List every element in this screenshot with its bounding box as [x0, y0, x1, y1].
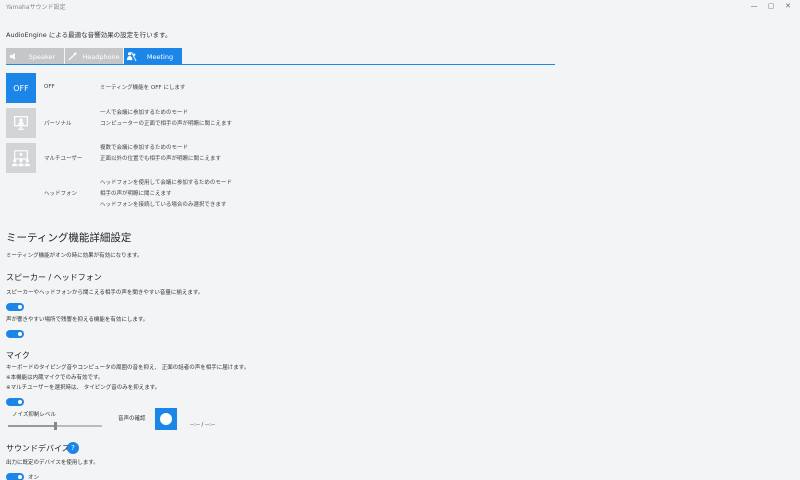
- voice-check-label: 音声の確認: [118, 416, 146, 422]
- tab-meeting[interactable]: Meeting: [124, 48, 182, 65]
- device-toggle[interactable]: [6, 473, 24, 480]
- tab-speaker[interactable]: Speaker: [6, 48, 64, 65]
- tab-label: Headphone: [82, 52, 120, 61]
- close-button[interactable]: ✕: [781, 1, 795, 12]
- details-note: ミーティング機能がオンの時に効果が有効になります。: [6, 253, 143, 259]
- mode-desc-line: 相手の声が明瞭に聞こえます: [100, 191, 172, 197]
- device-desc: 出力に既定のデバイスを使用します。: [6, 460, 99, 466]
- tab-label: Meeting: [146, 52, 174, 61]
- multi-user-icon: [12, 150, 30, 167]
- noise-level-label: ノイズ抑制レベル: [12, 412, 56, 418]
- mic-desc-line: キーボードのタイピング音やコンピュータの周囲の音を抑え、 正面の話者の声を相手に…: [6, 365, 250, 371]
- slider-thumb[interactable]: [54, 422, 57, 430]
- meeting-icon: [124, 48, 138, 65]
- speaker-icon: [6, 48, 20, 65]
- mode-name: パーソナル: [44, 121, 72, 127]
- mode-desc-line: ヘッドフォンを使用して会議に参加するためのモード: [100, 180, 232, 186]
- mode-desc-line: ミーティング機能を OFF にします: [100, 85, 186, 91]
- title-bar: Yamahaサウンド設定 — ▢ ✕: [0, 0, 800, 14]
- minimize-button[interactable]: —: [747, 1, 761, 12]
- slider-fill: [8, 425, 55, 427]
- mic-section-title: マイク: [6, 351, 30, 360]
- personal-button[interactable]: [6, 108, 36, 138]
- mode-desc-line: 一人で会議に参加するためのモード: [100, 110, 189, 116]
- mic-toggle[interactable]: [6, 398, 24, 406]
- device-section-title: サウンドデバイス: [6, 444, 70, 453]
- page-description: AudioEngine による最適な音響効果の設定を行います。: [6, 31, 172, 39]
- speaker-section-title: スピーカー / ヘッドフォン: [6, 273, 102, 282]
- speaker-item-1-text: スピーカーやヘッドフォンから聞こえる相手の声を聞きやすい音量に揃えます。: [6, 290, 204, 296]
- mode-desc-line: コンピューターの正面で相手の声が明瞭に聞こえます: [100, 121, 233, 127]
- device-toggle-label: オン: [28, 475, 40, 480]
- details-title: ミーティング機能詳細設定: [6, 232, 132, 244]
- tab-underline: [6, 64, 555, 65]
- mode-desc-line: 正面以外の位置でも相手の声が明瞭に聞こえます: [100, 156, 222, 162]
- maximize-button[interactable]: ▢: [764, 1, 778, 12]
- tab-label: Speaker: [28, 52, 56, 61]
- off-button[interactable]: OFF: [6, 73, 36, 103]
- mic-note-line: ※本機能は内蔵マイクでのみ有効です。: [6, 375, 104, 381]
- tab-bar: Speaker Headphone Meeting: [6, 48, 183, 65]
- tab-headphone[interactable]: Headphone: [65, 48, 123, 65]
- mic-note-line: ※マルチユーザーを選択時は、 タイピング音のみを抑えます。: [6, 385, 161, 391]
- headphone-icon: [65, 48, 79, 65]
- mode-desc-line: ヘッドフォンを接続している場合のみ選択できます: [100, 202, 227, 208]
- window-title: Yamahaサウンド設定: [6, 4, 66, 11]
- speaker-item-2-text: 声が響きやすい場所で残響を抑える機能を有効にします。: [6, 317, 149, 323]
- record-icon: [160, 413, 172, 425]
- mode-desc-line: 複数で会議に参加するためのモード: [100, 145, 189, 151]
- speaker-item-2-toggle[interactable]: [6, 330, 24, 338]
- speaker-item-1-toggle[interactable]: [6, 303, 24, 311]
- mode-name: ヘッドフォン: [44, 191, 78, 197]
- voice-check-button[interactable]: [155, 408, 177, 430]
- voice-time-readout: --:-- / --:--: [190, 422, 215, 428]
- mode-name: OFF: [44, 84, 55, 90]
- multi-user-button[interactable]: [6, 143, 36, 173]
- mode-name: マルチユーザー: [44, 156, 83, 162]
- help-icon[interactable]: ?: [67, 442, 79, 454]
- noise-level-slider[interactable]: [8, 421, 102, 431]
- personal-icon: [14, 116, 28, 130]
